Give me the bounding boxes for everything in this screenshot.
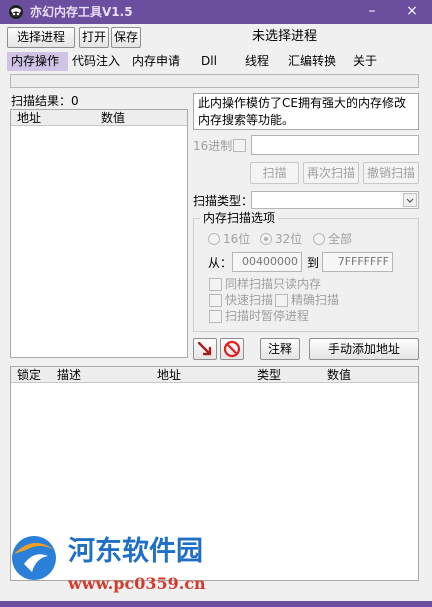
hex-checkbox[interactable] (233, 139, 246, 152)
select-process-button[interactable]: 选择进程 (7, 27, 75, 48)
clear-list-button[interactable] (220, 338, 244, 360)
pointer-arrow-icon (197, 341, 212, 356)
to-label: 到 (307, 256, 320, 270)
bits-all-radio[interactable] (313, 233, 325, 245)
bits-16-label: 16位 (223, 232, 251, 246)
undo-scan-button[interactable]: 撤销扫描 (363, 162, 419, 184)
minimize-button[interactable]: – (360, 3, 384, 21)
scan-button[interactable]: 扫描 (250, 162, 299, 184)
add-address-button[interactable]: 手动添加地址 (309, 338, 419, 360)
bits-32-radio[interactable] (260, 233, 272, 245)
scan-result-text: 扫描结果： (11, 94, 72, 108)
tab-memory-allocation[interactable]: 内存申请 (132, 52, 180, 71)
scan-type-label: 扫描类型： (193, 194, 254, 208)
scan-progress-bar (10, 74, 419, 88)
readonly-label: 同样扫描只读内存 (225, 277, 322, 291)
col-lock[interactable]: 锁定 (17, 367, 41, 383)
watermark-logo (6, 528, 62, 584)
col-value[interactable]: 数值 (327, 367, 351, 383)
bottom-accent-bar (0, 601, 432, 607)
pointer-tool-button[interactable] (193, 338, 217, 360)
window-title: 亦幻内存工具V1.5 (30, 5, 133, 19)
scan-result-count: 0 (71, 94, 79, 108)
memory-scan-options-title: 内存扫描选项 (200, 210, 279, 226)
open-button[interactable]: 打开 (79, 27, 109, 48)
scan-results-list[interactable] (10, 109, 188, 358)
results-col-address[interactable]: 地址 (17, 110, 41, 126)
from-address-input[interactable]: 00400000 (232, 252, 302, 272)
exact-scan-checkbox[interactable] (275, 294, 288, 307)
tab-memory-operation[interactable]: 内存操作 (7, 52, 68, 71)
fast-scan-checkbox[interactable] (209, 294, 222, 307)
chevron-down-icon[interactable] (403, 193, 417, 207)
bits-32-label: 32位 (275, 232, 303, 246)
watermark-name: 河东软件园 (68, 536, 203, 567)
save-button[interactable]: 保存 (111, 27, 141, 48)
process-status: 未选择进程 (252, 29, 318, 44)
operation-description: 此内操作模仿了CE拥有强大的内存修改内存搜索等功能。 (193, 93, 419, 130)
bits-all-label: 全部 (328, 232, 353, 246)
pause-process-checkbox[interactable] (209, 310, 222, 323)
readonly-checkbox[interactable] (209, 278, 222, 291)
comment-button[interactable]: 注释 (260, 338, 300, 360)
col-type[interactable]: 类型 (257, 367, 281, 383)
pause-process-label: 扫描时暂停进程 (225, 309, 310, 323)
from-label: 从： (208, 256, 233, 270)
col-address[interactable]: 地址 (157, 367, 181, 383)
col-description[interactable]: 描述 (57, 367, 81, 383)
bits-16-radio[interactable] (208, 233, 220, 245)
scan-result-label: 扫描结果：0 (11, 93, 79, 109)
no-entry-icon (223, 340, 241, 358)
results-col-value[interactable]: 数值 (101, 110, 125, 126)
close-button[interactable]: × (400, 3, 424, 21)
exact-scan-label: 精确扫描 (291, 293, 340, 307)
app-logo-icon (8, 4, 24, 20)
scan-type-select[interactable] (251, 191, 419, 209)
rescan-button[interactable]: 再次扫描 (303, 162, 359, 184)
fast-scan-label: 快速扫描 (225, 293, 274, 307)
watermark-url: www.pc0359.cn (68, 574, 206, 593)
tab-assembly-convert[interactable]: 汇编转换 (288, 52, 336, 71)
tab-code-injection[interactable]: 代码注入 (72, 52, 120, 71)
tab-threads[interactable]: 线程 (245, 52, 269, 71)
hex-label: 16进制 (193, 139, 233, 153)
to-address-input[interactable]: 7FFFFFFF (322, 252, 393, 272)
scan-value-input[interactable] (251, 135, 419, 155)
tab-dll[interactable]: Dll (201, 52, 217, 71)
tab-about[interactable]: 关于 (353, 52, 377, 71)
